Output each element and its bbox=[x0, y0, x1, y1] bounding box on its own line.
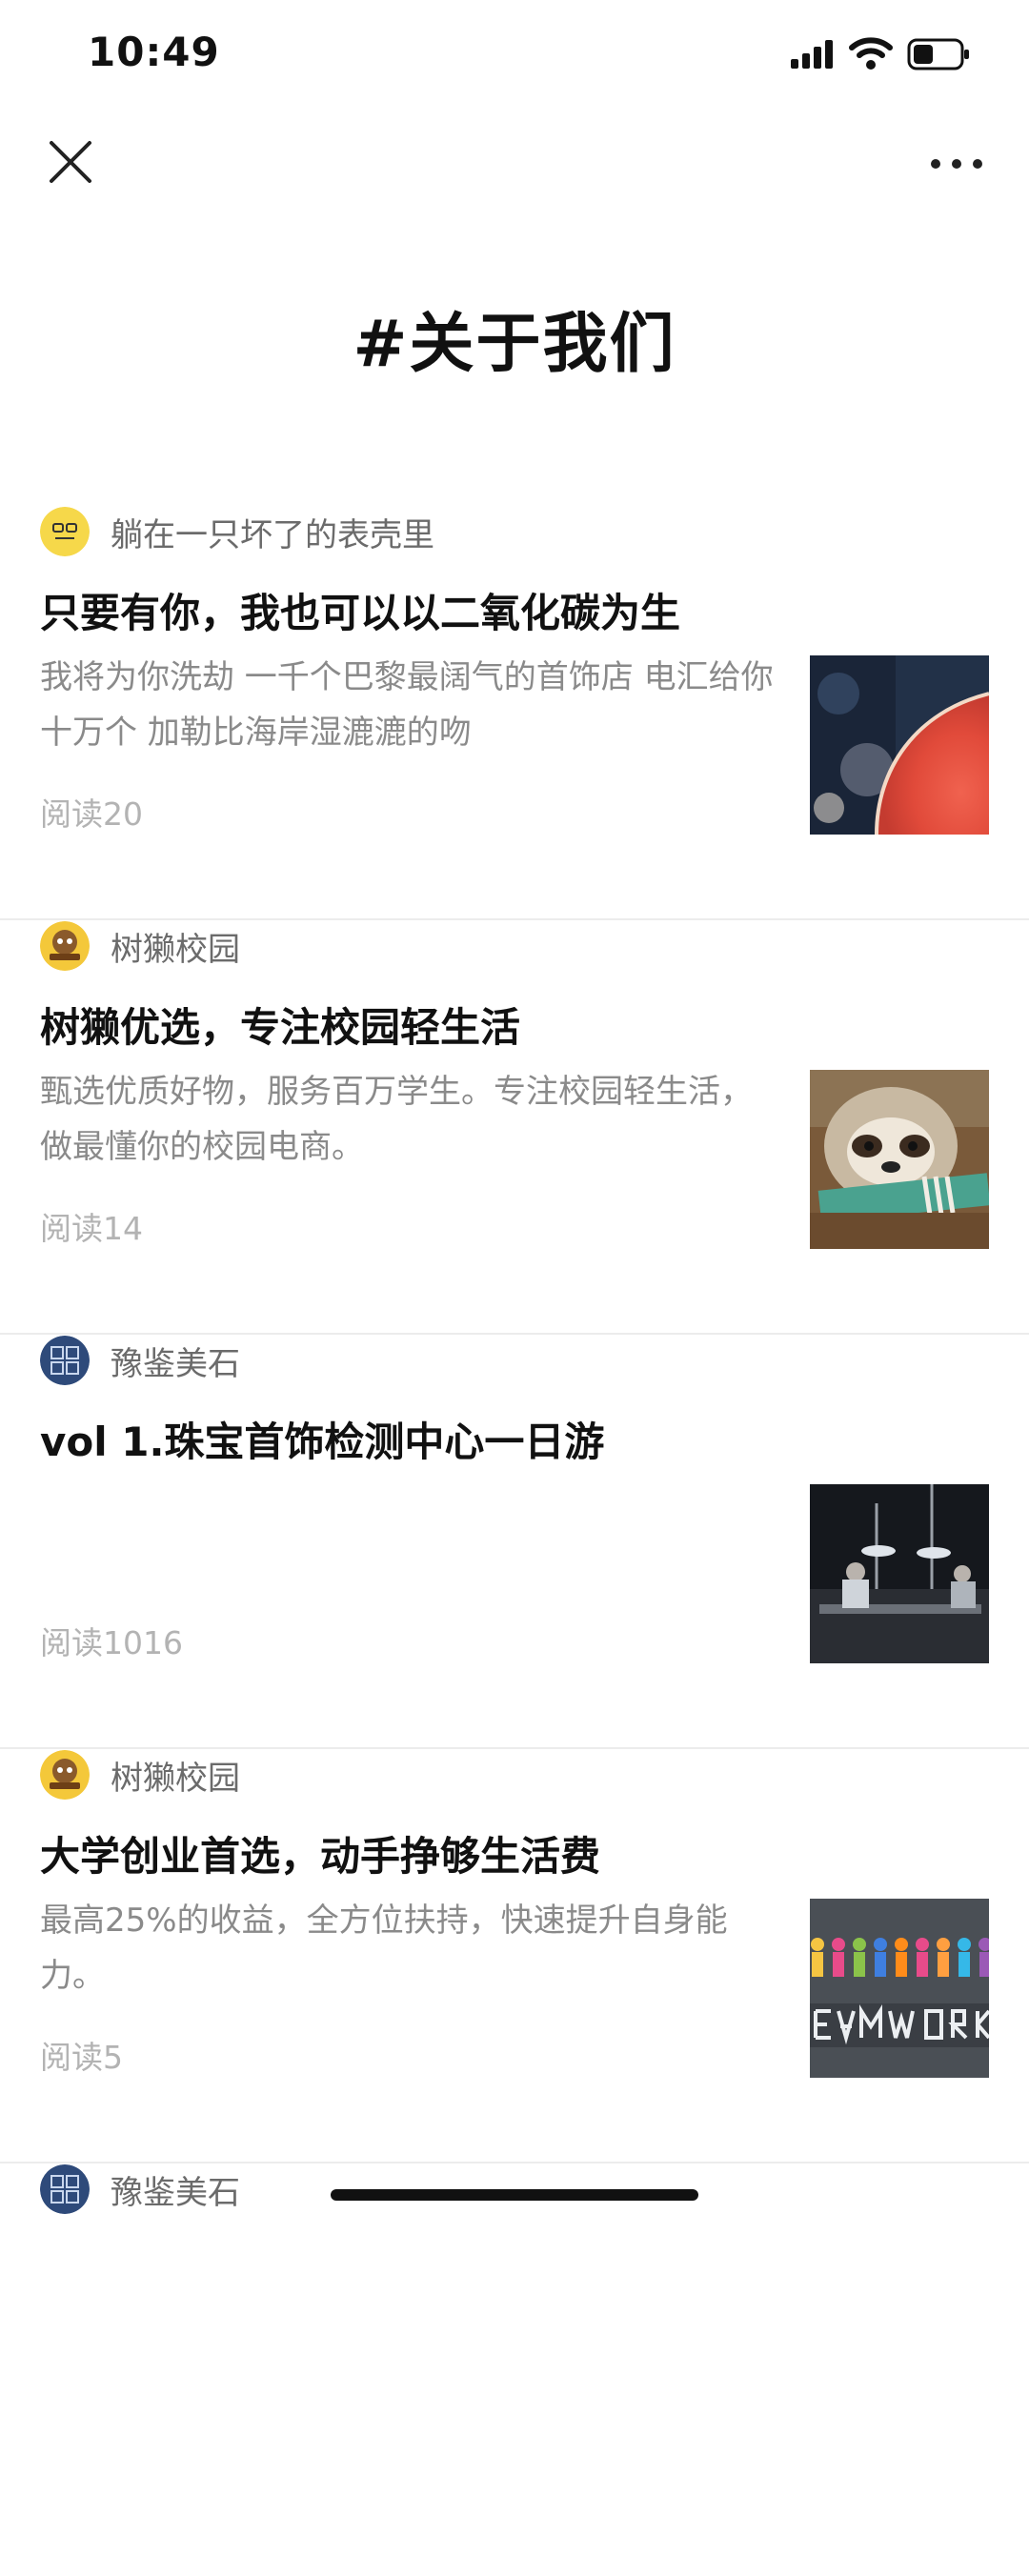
article-thumbnail[interactable] bbox=[810, 1070, 989, 1249]
article-card[interactable]: 豫鉴美石 vol 1.珠宝首饰检测中心一日游 阅读1016 bbox=[0, 1334, 1029, 1749]
article-title[interactable]: 树獭优选，专注校园轻生活 bbox=[40, 996, 520, 1054]
article-card[interactable]: 树獭校园 大学创业首选，动手挣够生活费 最高25%的收益，全方位扶持，快速提升自… bbox=[0, 1748, 1029, 2163]
read-count: 阅读14 bbox=[40, 1210, 143, 1247]
article-thumbnail[interactable] bbox=[810, 655, 989, 835]
article-author[interactable]: 豫鉴美石 bbox=[40, 1334, 240, 1387]
article-description: 最高25%的收益，全方位扶持，快速提升自身能力。 bbox=[40, 1902, 728, 1995]
page-title: #关于我们 bbox=[353, 307, 676, 382]
close-button[interactable] bbox=[44, 135, 97, 189]
avatar bbox=[40, 507, 90, 556]
article-title[interactable]: vol 1.珠宝首饰检测中心一日游 bbox=[40, 1410, 604, 1468]
home-indicator[interactable] bbox=[331, 2189, 698, 2201]
more-dots-icon bbox=[931, 159, 982, 169]
read-count: 阅读20 bbox=[40, 795, 143, 833]
avatar bbox=[40, 1750, 90, 1800]
article-title[interactable]: 大学创业首选，动手挣够生活费 bbox=[40, 1824, 600, 1882]
status-time: 10:49 bbox=[88, 29, 220, 75]
author-name: 树獭校园 bbox=[111, 930, 240, 969]
article-thumbnail[interactable] bbox=[810, 1484, 989, 1663]
avatar bbox=[40, 2164, 90, 2214]
article-description: 甄选优质好物，服务百万学生。专注校园轻生活，做最懂你的校园电商。 bbox=[40, 1073, 753, 1166]
more-button[interactable] bbox=[928, 143, 985, 181]
author-name: 豫鉴美石 bbox=[111, 1344, 240, 1383]
article-author[interactable]: 树獭校园 bbox=[40, 1748, 240, 1801]
article-author[interactable]: 豫鉴美石 bbox=[40, 2163, 240, 2216]
read-count: 阅读5 bbox=[40, 2039, 123, 2076]
author-name: 豫鉴美石 bbox=[111, 2173, 240, 2212]
avatar bbox=[40, 1336, 90, 1385]
wifi-icon bbox=[849, 37, 893, 70]
status-bar: 10:49 bbox=[0, 0, 1029, 105]
article-thumbnail[interactable] bbox=[810, 1899, 989, 2078]
cellular-signal-icon bbox=[791, 40, 833, 69]
article-title[interactable]: 只要有你，我也可以以二氧化碳为生 bbox=[40, 581, 680, 639]
avatar bbox=[40, 921, 90, 971]
article-author[interactable]: 躺在一只坏了的表壳里 bbox=[40, 505, 434, 558]
article-card[interactable]: 豫鉴美石 bbox=[0, 2163, 1029, 2576]
read-count: 阅读1016 bbox=[40, 1624, 183, 1661]
author-name: 树獭校园 bbox=[111, 1759, 240, 1798]
article-card[interactable]: 躺在一只坏了的表壳里 只要有你，我也可以以二氧化碳为生 我将为你洗劫 一千个巴黎… bbox=[0, 505, 1029, 920]
battery-icon bbox=[907, 38, 969, 70]
article-description: 我将为你洗劫 一千个巴黎最阔气的首饰店 电汇给你十万个 加勒比海岸湿漉漉的吻 bbox=[40, 658, 774, 752]
article-author[interactable]: 树獭校园 bbox=[40, 919, 240, 973]
author-name: 躺在一只坏了的表壳里 bbox=[111, 515, 434, 554]
article-card[interactable]: 树獭校园 树獭优选，专注校园轻生活 甄选优质好物，服务百万学生。专注校园轻生活，… bbox=[0, 919, 1029, 1335]
close-icon bbox=[50, 141, 91, 183]
